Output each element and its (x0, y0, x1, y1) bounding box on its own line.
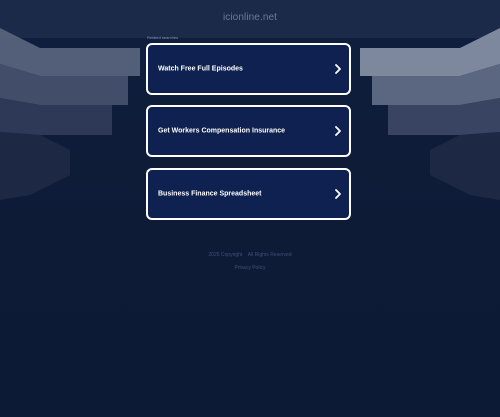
chevron-right-icon (335, 189, 341, 199)
listing-label: Business Finance Spreadsheet (158, 190, 262, 198)
listing-label: Watch Free Full Episodes (158, 65, 243, 73)
listing-link-2[interactable]: Get Workers Compensation Insurance (146, 105, 351, 157)
decor-left-wedge-1 (0, 28, 140, 76)
chevron-right-icon (335, 64, 341, 74)
privacy-policy-link[interactable]: Privacy Policy (0, 265, 500, 271)
decor-left-wedge-4 (0, 132, 70, 200)
footer-rights: All Rights Reserved (247, 252, 292, 258)
decor-right-wedge-1 (360, 28, 500, 76)
listing-link-3[interactable]: Business Finance Spreadsheet (146, 168, 351, 220)
chevron-right-icon (335, 126, 341, 136)
listing-label: Get Workers Compensation Insurance (158, 127, 286, 135)
parked-domain-page: icionline.net Related searches Watch Fre… (0, 0, 500, 417)
listing-link-1[interactable]: Watch Free Full Episodes (146, 43, 351, 95)
footer-copyright: 2025 Copyright (208, 252, 243, 258)
footer-links: 2025 Copyright All Rights Reserved (0, 252, 500, 258)
decor-right-wedge-4 (430, 132, 500, 200)
sponsored-label: Related searches (147, 35, 179, 40)
